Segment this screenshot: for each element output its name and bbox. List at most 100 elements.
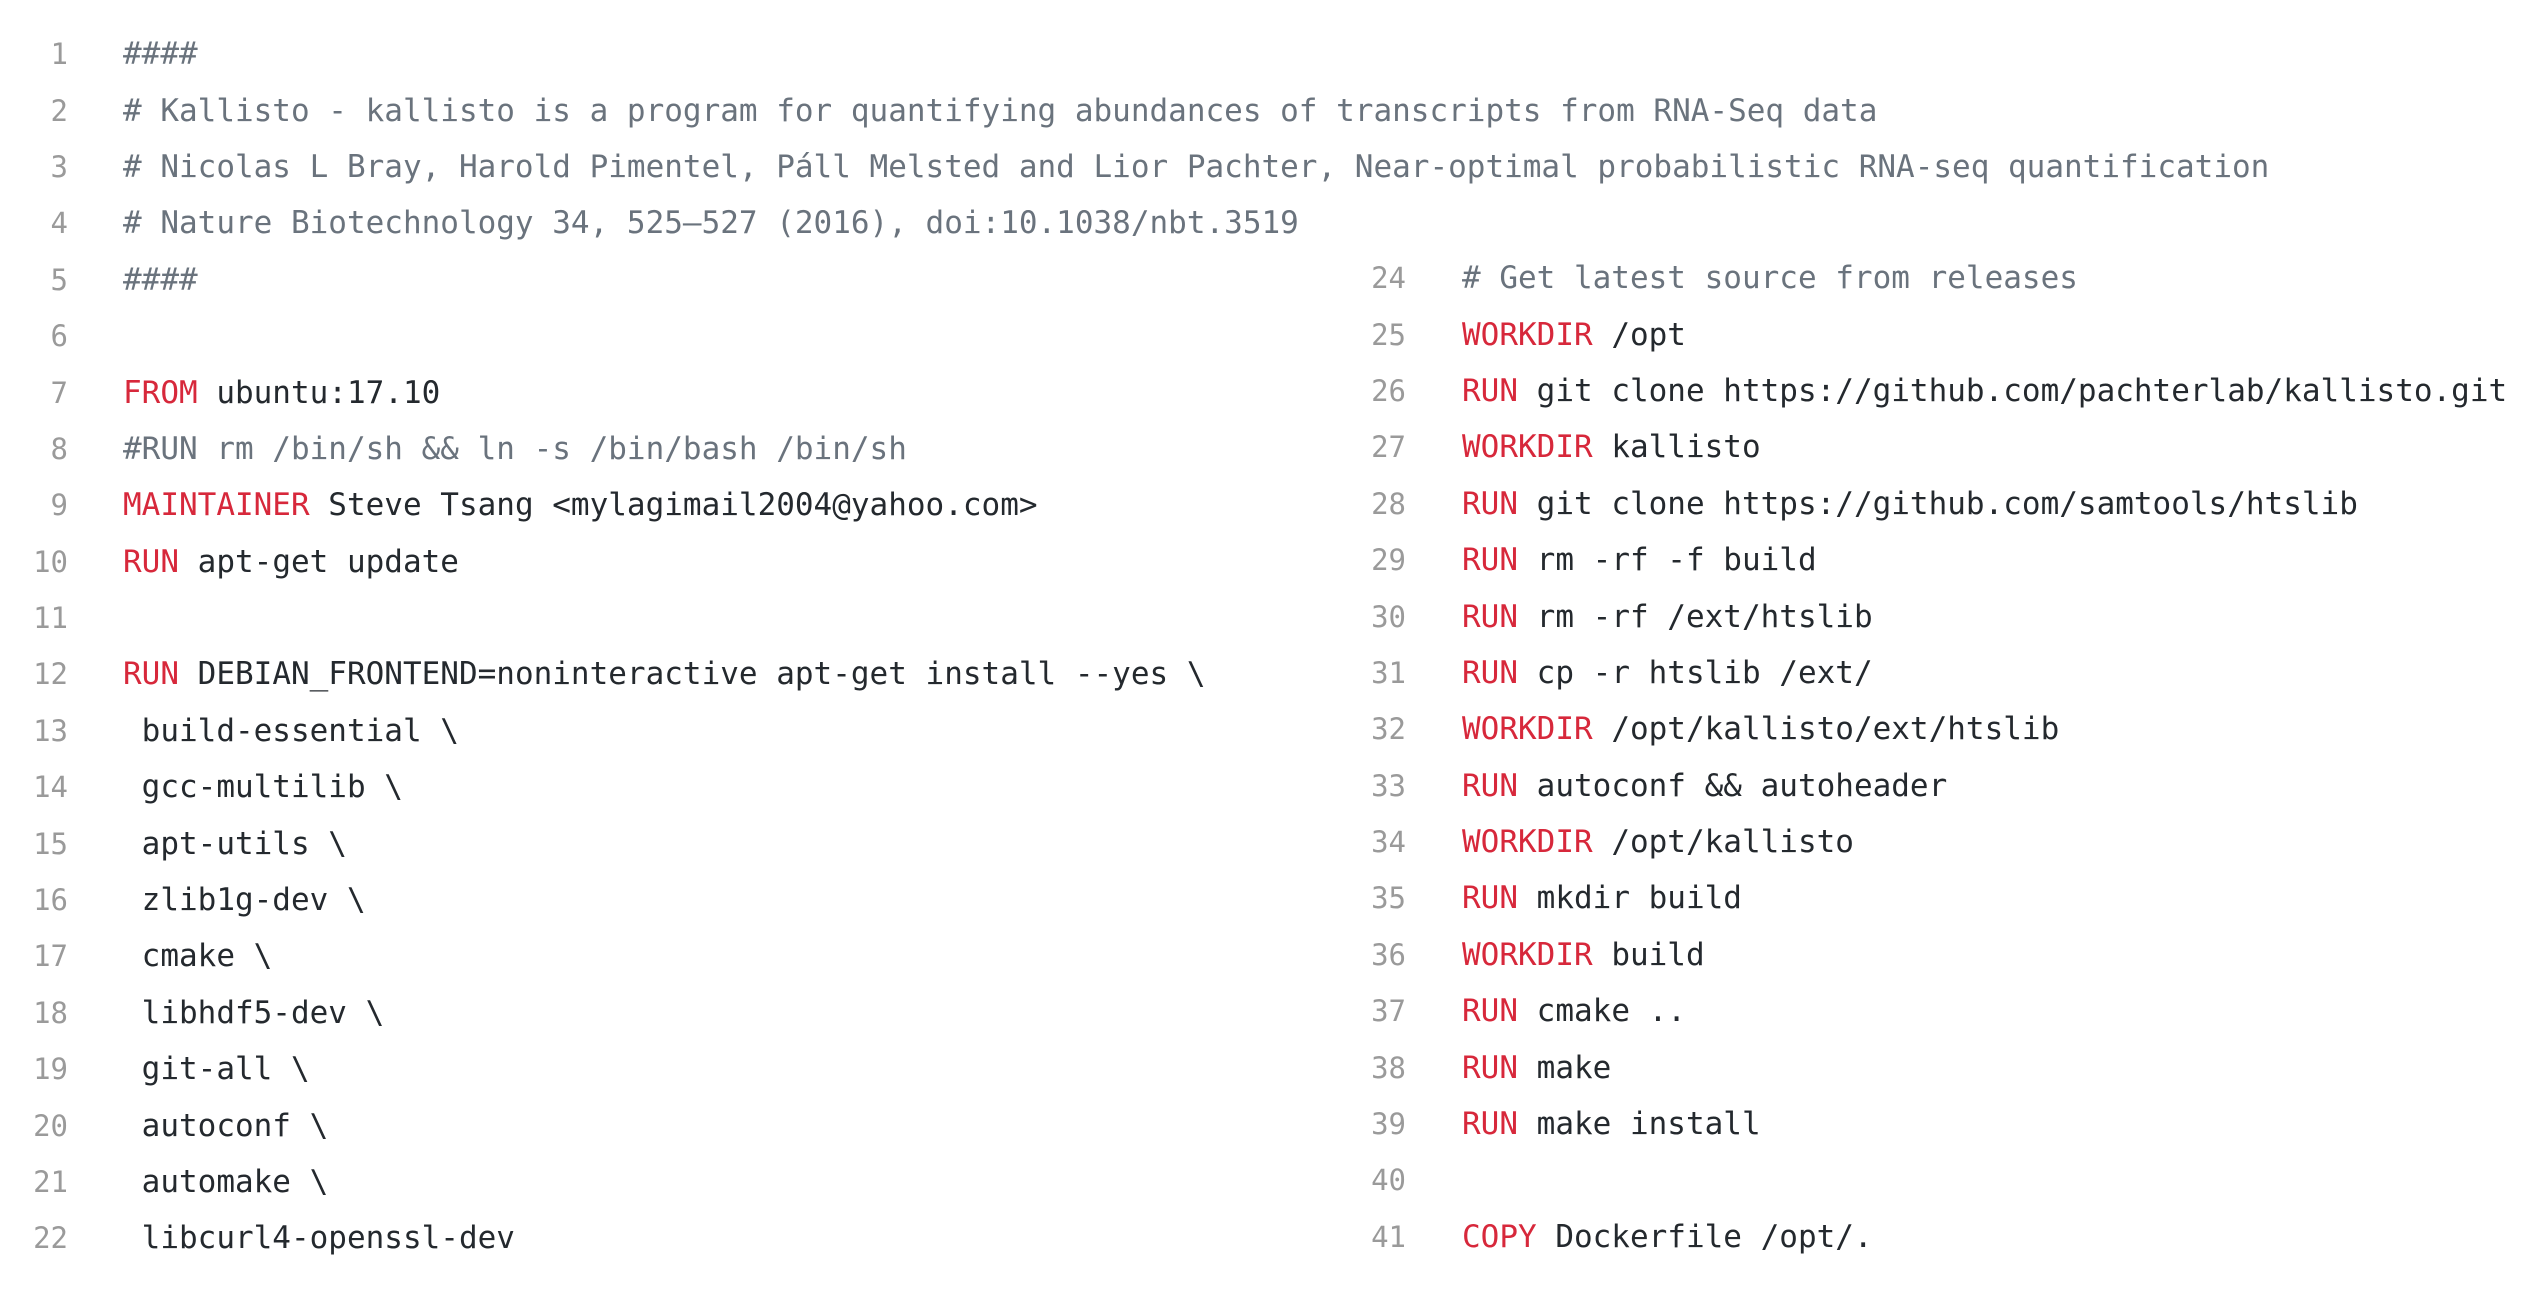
code-text: libhdf5-dev \ xyxy=(123,994,385,1031)
code-text: cmake \ xyxy=(123,938,273,975)
code-line: 31 RUN cp -r htslib /ext/ xyxy=(1340,645,2507,701)
code-line: 3 # Nicolas L Bray, Harold Pimentel, Páll… xyxy=(0,139,2270,195)
line-number: 8 xyxy=(50,431,68,466)
line-number: 36 xyxy=(1371,937,1406,972)
code-keyword: RUN xyxy=(123,656,179,693)
line-number: 9 xyxy=(50,488,68,523)
line-number: 7 xyxy=(50,375,68,410)
code-text: libcurl4-openssl-dev xyxy=(123,1220,515,1257)
code-line: 38 RUN make xyxy=(1340,1039,2507,1095)
code-keyword: RUN xyxy=(123,543,179,580)
code-column-right: 24 # Get latest source from releases 25 WOR… xyxy=(1340,250,2507,1265)
code-comment: # Nicolas L Bray, Harold Pimentel, Páll … xyxy=(123,148,2270,185)
code-text: Steve Tsang <mylagimail2004@yahoo.com> xyxy=(309,487,1038,524)
code-text: rm -rf -f build xyxy=(1518,542,1817,579)
line-number: 3 xyxy=(50,149,68,184)
line-number: 18 xyxy=(33,995,68,1030)
code-keyword: FROM xyxy=(123,374,198,411)
code-keyword: RUN xyxy=(1462,880,1518,917)
line-number: 38 xyxy=(1371,1050,1406,1085)
code-line: 27 WORKDIR kallisto xyxy=(1340,419,2507,475)
code-comment: # Kallisto - kallisto is a program for q… xyxy=(123,92,1878,129)
line-number: 4 xyxy=(50,206,68,241)
code-keyword: WORKDIR xyxy=(1462,316,1593,353)
code-keyword: WORKDIR xyxy=(1462,429,1593,466)
code-line: 2 # Kallisto - kallisto is a program for … xyxy=(0,82,2269,138)
code-text: autoconf \ xyxy=(123,1107,329,1144)
code-keyword: RUN xyxy=(1462,372,1518,409)
line-number: 19 xyxy=(33,1052,68,1087)
line-number: 32 xyxy=(1371,712,1406,747)
line-number: 27 xyxy=(1371,430,1406,465)
line-number: 25 xyxy=(1371,317,1406,352)
code-text: git clone https://github.com/pachterlab/… xyxy=(1518,372,2508,409)
line-number: 22 xyxy=(33,1221,68,1256)
code-line: 26 RUN git clone https://github.com/pacht… xyxy=(1340,363,2507,419)
code-line: 41 COPY Dockerfile /opt/. xyxy=(1340,1209,2507,1265)
line-number: 12 xyxy=(33,657,68,692)
code-comment: # Nature Biotechnology 34, 525–527 (2016… xyxy=(123,205,1299,242)
line-number: 30 xyxy=(1371,599,1406,634)
code-text: build-essential \ xyxy=(123,712,459,749)
line-number: 20 xyxy=(33,1108,68,1143)
code-keyword: RUN xyxy=(1462,1049,1518,1086)
line-number: 24 xyxy=(1371,261,1406,296)
code-text: DEBIAN_FRONTEND=noninteractive apt-get i… xyxy=(179,656,1206,693)
code-text: kallisto xyxy=(1592,429,1761,466)
code-text: mkdir build xyxy=(1518,880,1742,917)
code-line: 1 #### xyxy=(0,26,2269,82)
code-line: 25 WORKDIR /opt xyxy=(1340,306,2507,362)
code-text: apt-utils \ xyxy=(123,825,347,862)
code-text: autoconf && autoheader xyxy=(1518,767,1948,804)
code-line: 4 # Nature Biotechnology 34, 525–527 (201… xyxy=(0,195,2269,251)
code-keyword: WORKDIR xyxy=(1462,936,1593,973)
code-text: zlib1g-dev \ xyxy=(123,882,366,919)
code-text: cp -r htslib /ext/ xyxy=(1518,654,1873,691)
code-text: apt-get update xyxy=(179,543,459,580)
line-number: 39 xyxy=(1371,1107,1406,1142)
code-text: git-all \ xyxy=(123,1051,310,1088)
line-number: 41 xyxy=(1371,1219,1406,1254)
code-line: 29 RUN rm -rf -f build xyxy=(1340,532,2507,588)
line-number: 16 xyxy=(33,883,68,918)
code-keyword: RUN xyxy=(1462,598,1518,635)
code-keyword: RUN xyxy=(1462,542,1518,579)
line-number: 15 xyxy=(33,826,68,861)
code-line: 30 RUN rm -rf /ext/htslib xyxy=(1340,588,2507,644)
code-text: rm -rf /ext/htslib xyxy=(1518,598,1873,635)
line-number: 10 xyxy=(33,544,68,579)
code-text: git clone https://github.com/samtools/ht… xyxy=(1518,485,2358,522)
code-text: /opt xyxy=(1592,316,1686,353)
code-text: build xyxy=(1592,936,1705,973)
code-keyword: RUN xyxy=(1462,654,1518,691)
code-keyword: WORKDIR xyxy=(1462,824,1593,861)
line-number: 11 xyxy=(33,601,68,636)
line-number: 6 xyxy=(50,319,68,354)
line-number: 31 xyxy=(1371,655,1406,690)
code-text: ubuntu:17.10 xyxy=(197,374,441,411)
code-comment: #### xyxy=(123,261,198,298)
line-number: 17 xyxy=(33,939,68,974)
code-line: 32 WORKDIR /opt/kallisto/ext/htslib xyxy=(1340,701,2507,757)
code-text: make install xyxy=(1518,1106,1761,1143)
line-number: 5 xyxy=(50,262,68,297)
code-keyword: RUN xyxy=(1462,1106,1518,1143)
code-keyword: RUN xyxy=(1462,993,1518,1030)
code-line: 40 xyxy=(1340,1152,2507,1208)
line-number: 33 xyxy=(1371,768,1406,803)
code-line: 24 # Get latest source from releases xyxy=(1340,250,2507,306)
line-number: 1 xyxy=(50,37,68,72)
code-text: make xyxy=(1518,1049,1612,1086)
code-keyword: COPY xyxy=(1462,1218,1537,1255)
code-keyword: MAINTAINER xyxy=(123,487,310,524)
line-number: 34 xyxy=(1371,825,1406,860)
line-number: 29 xyxy=(1371,543,1406,578)
line-number: 26 xyxy=(1371,373,1406,408)
code-text: /opt/kallisto/ext/htslib xyxy=(1592,711,2060,748)
code-line: 36 WORKDIR build xyxy=(1340,927,2507,983)
code-keyword: RUN xyxy=(1462,767,1518,804)
code-keyword: RUN xyxy=(1462,485,1518,522)
line-number: 21 xyxy=(33,1165,68,1199)
code-line: 34 WORKDIR /opt/kallisto xyxy=(1340,814,2507,870)
code-text: gcc-multilib \ xyxy=(123,769,403,806)
